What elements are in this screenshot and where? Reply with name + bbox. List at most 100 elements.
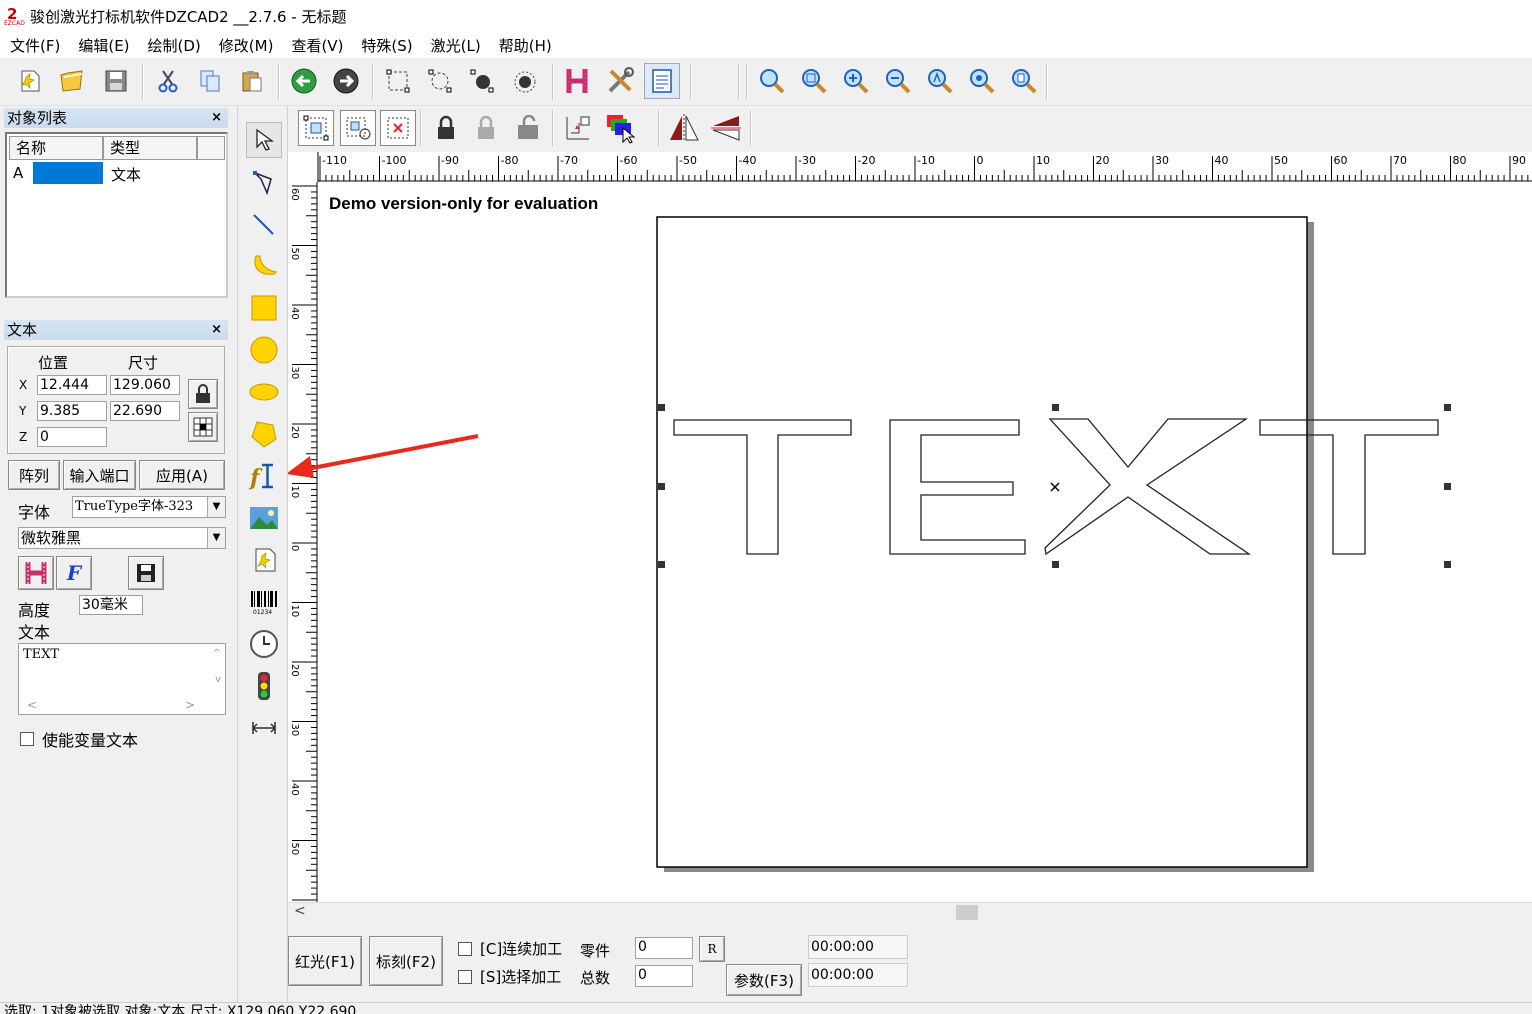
unlock-icon[interactable] [468,110,504,146]
zoom-page-icon[interactable] [1006,63,1042,99]
selection-handle[interactable] [1444,483,1451,490]
enable-variable-text[interactable]: 使能变量文本 [20,727,138,751]
image-tool-icon[interactable] [246,500,282,536]
save-font-button[interactable] [128,556,164,590]
vector-file-tool-icon[interactable] [246,542,282,578]
io-signal-tool-icon[interactable] [246,668,282,704]
lock-ratio-button[interactable] [188,379,218,409]
enable-variable-checkbox[interactable] [20,732,34,746]
menu-help[interactable]: 帮助(H) [499,35,552,56]
font-hatch-button[interactable] [18,556,54,590]
line-tool-icon[interactable] [246,206,282,242]
object-type-cell[interactable]: 文本 [111,164,141,185]
properties-icon[interactable] [644,63,680,99]
x-position-field[interactable]: 12.444 [37,375,107,395]
paste-icon[interactable] [234,63,270,99]
mirror-horizontal-icon[interactable] [666,110,702,146]
selection-handle[interactable] [1052,561,1059,568]
ellipse-tool-icon[interactable] [246,374,282,410]
open-file-icon[interactable] [54,63,90,99]
mirror-vertical-icon[interactable] [708,110,744,146]
selection-handle[interactable] [1052,404,1059,411]
select-mark-checkbox[interactable] [458,969,472,984]
object-name-cell[interactable] [33,162,103,184]
save-file-icon[interactable] [98,63,134,99]
font-name-select[interactable]: 微软雅黑 ▼ [18,527,226,549]
zoom-window-icon[interactable] [796,63,832,99]
text-tool-icon[interactable]: f [246,458,282,494]
menu-modify[interactable]: 修改(M) [219,35,274,56]
barcode-tool-icon[interactable]: 01234 [246,584,282,620]
hatch-icon[interactable] [560,63,596,99]
close-icon[interactable]: × [211,108,222,128]
zoom-selected-icon[interactable] [964,63,1000,99]
parts-count-field[interactable]: 0 [635,937,693,959]
close-icon[interactable]: × [211,320,222,340]
delay-tool-icon[interactable] [246,710,282,746]
selection-handle[interactable] [1444,561,1451,568]
text-height-field[interactable]: 30毫米 [79,595,143,615]
scroll-right-icon[interactable]: > [185,698,195,712]
selection-handle[interactable] [1444,404,1451,411]
menu-edit[interactable]: 编辑(E) [78,35,129,56]
text-content-field[interactable]: TEXT ^ v < > [18,643,226,715]
back-icon[interactable] [286,63,322,99]
group-icon[interactable] [464,63,500,99]
coordinate-icon[interactable] [560,110,596,146]
apply-button[interactable]: 应用(A) [139,460,225,490]
parameters-button[interactable]: 参数(F3) [726,964,802,996]
continuous-mark-checkbox[interactable] [458,941,472,956]
node-edit-icon[interactable] [422,63,458,99]
circle-tool-icon[interactable] [246,332,282,368]
menu-file[interactable]: 文件(F) [10,35,60,56]
drawing-canvas[interactable]: -110 -100 -90 -80 -70 -60 -50 -40 -30 -20 -10 0 10 20… [288,152,1532,902]
menu-special[interactable]: 特殊(S) [361,35,412,56]
scroll-left-icon[interactable]: < [294,903,306,919]
object-list[interactable]: 名称 类型 A 文本 [5,132,228,298]
select-tool-icon[interactable] [246,122,282,158]
polygon-tool-icon[interactable] [246,416,282,452]
zoom-icon[interactable] [754,63,790,99]
select-mark-option[interactable]: [S]选择加工 [458,966,561,987]
reset-count-button[interactable]: R [699,936,725,962]
y-position-field[interactable]: 9.385 [37,401,107,421]
width-field[interactable]: 129.060 [110,375,180,395]
mark-button[interactable]: 标刻(F2) [369,936,443,986]
rectangle-tool-icon[interactable] [246,290,282,326]
input-port-button[interactable]: 输入端口 [63,460,136,490]
cut-icon[interactable] [150,63,186,99]
clock-tool-icon[interactable] [246,626,282,662]
delete-select-icon[interactable] [380,110,416,146]
layer-color-icon[interactable] [602,110,638,146]
total-count-field[interactable]: 0 [635,965,693,987]
horizontal-scrollbar[interactable]: < [288,902,1532,922]
red-light-button[interactable]: 红光(F1) [288,936,362,986]
font-type-select[interactable]: TrueType字体-323 ▼ [72,496,226,518]
tools-icon[interactable] [602,63,638,99]
ungroup-icon[interactable] [506,63,542,99]
column-type[interactable]: 类型 [103,136,197,160]
chevron-down-icon[interactable]: ▼ [207,528,225,548]
font-settings-button[interactable]: F [56,556,92,590]
column-name[interactable]: 名称 [9,136,103,160]
copy-icon[interactable] [192,63,228,99]
lock-icon[interactable] [428,110,464,146]
scroll-left-icon[interactable]: < [27,698,37,712]
selection-handle[interactable] [658,483,665,490]
height-field[interactable]: 22.690 [110,401,180,421]
zoom-out-icon[interactable] [880,63,916,99]
unlock-all-icon[interactable] [510,110,546,146]
array-button[interactable]: 阵列 [8,460,60,490]
chevron-down-icon[interactable]: ▼ [207,497,225,517]
new-file-icon[interactable] [12,63,48,99]
menu-laser[interactable]: 激光(L) [431,35,481,56]
node-tool-icon[interactable] [246,164,282,200]
zoom-in-icon[interactable] [838,63,874,99]
grid-select-icon[interactable] [298,110,334,146]
select-node-icon[interactable] [380,63,416,99]
z-position-field[interactable]: 0 [37,427,107,447]
zoom-all-icon[interactable] [922,63,958,99]
rotate-select-icon[interactable] [340,110,376,146]
forward-icon[interactable] [328,63,364,99]
continuous-mark-option[interactable]: [C]连续加工 [458,938,562,959]
